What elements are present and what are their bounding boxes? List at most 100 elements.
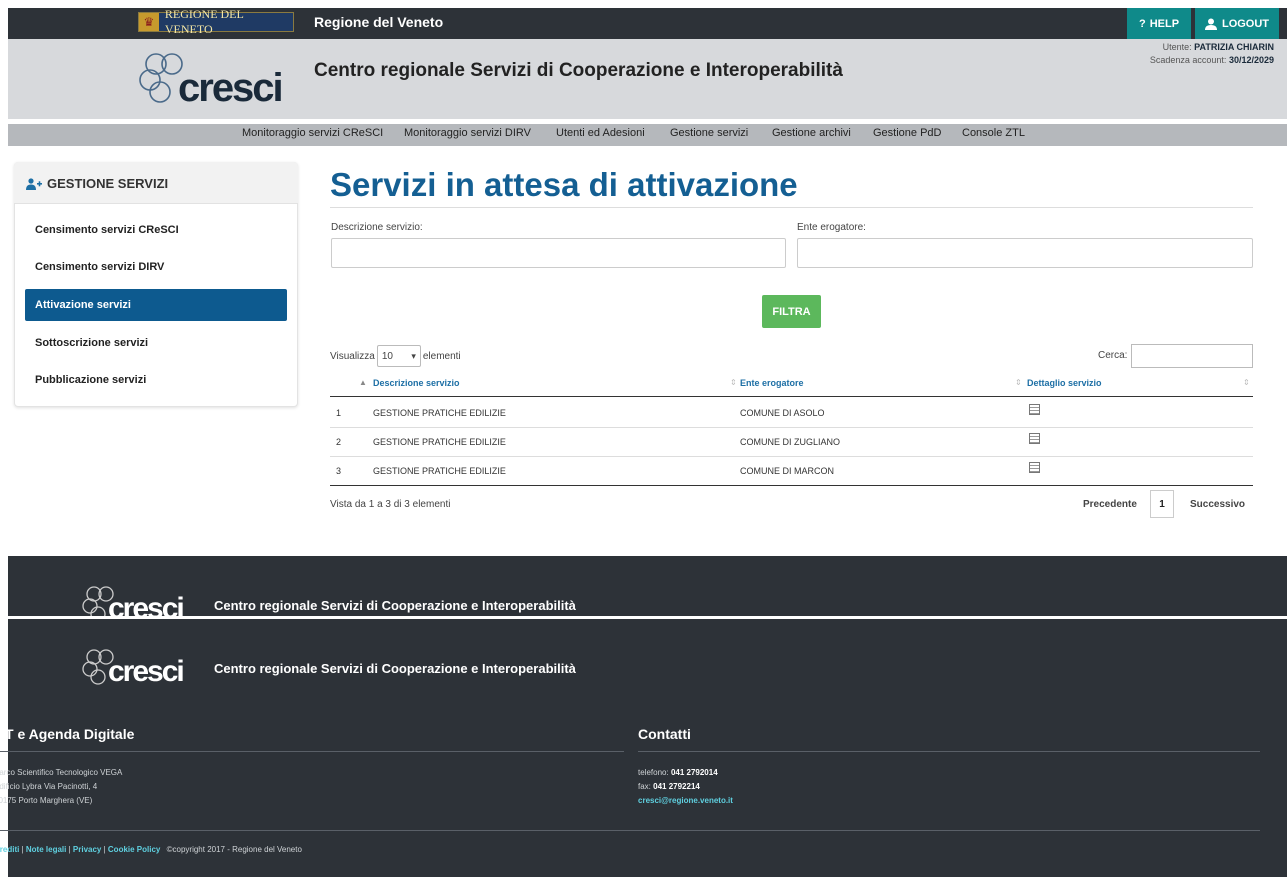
link-note-legali[interactable]: Note legali — [26, 845, 66, 854]
address-line: Parco Scientifico Tecnologico VEGA — [0, 768, 123, 777]
row-ente: COMUNE DI MARCON — [740, 466, 834, 476]
table-info: Vista da 1 a 3 di 3 elementi — [330, 499, 451, 510]
sidebar-heading: GESTIONE SERVIZI — [47, 176, 169, 191]
fax-line: fax: 041 2792214 — [638, 780, 733, 794]
filter-button[interactable]: FILTRA — [762, 295, 821, 328]
sidebar-item-pubblicazione[interactable]: Pubblicazione servizi — [25, 364, 287, 396]
footer-divider — [638, 751, 1260, 752]
regione-logo-text: REGIONE DEL VENETO — [164, 7, 244, 36]
address-line: Edificio Lybra Via Pacinotti, 4 — [0, 782, 98, 791]
footer-cresci-logo: cresci — [80, 647, 200, 691]
sidebar-item-attivazione[interactable]: Attivazione servizi — [25, 289, 287, 321]
logout-button[interactable]: LOGOUT — [1195, 8, 1279, 39]
page-length-value: 10 — [381, 350, 393, 362]
table-header-rule — [330, 396, 1253, 397]
page-1-button[interactable]: 1 — [1150, 490, 1174, 518]
row-descrizione: GESTIONE PRATICHE EDILIZIE — [373, 408, 506, 418]
show-prefix: Visualizza — [330, 350, 375, 362]
row-ente: COMUNE DI ASOLO — [740, 408, 825, 418]
ente-input[interactable] — [797, 238, 1253, 268]
nav-item-gestione-archivi[interactable]: Gestione archivi — [772, 127, 851, 139]
footer-contacts-heading: Contatti — [638, 726, 691, 742]
next-page-button[interactable]: Successivo — [1190, 499, 1245, 510]
help-button[interactable]: ? HELP — [1127, 8, 1191, 39]
sort-icon[interactable]: ⇕ — [730, 378, 737, 387]
footer-title: Centro regionale Servizi di Cooperazione… — [214, 598, 576, 613]
detail-document-icon[interactable] — [1029, 433, 1040, 444]
email-link[interactable]: cresci@regione.veneto.it — [638, 796, 733, 805]
title-divider — [330, 207, 1253, 208]
add-users-icon — [26, 178, 42, 190]
copyright: ©copyright 2017 - Regione del Veneto — [166, 845, 302, 854]
expiry-label: Scadenza account: — [1149, 55, 1227, 65]
regione-title: Regione del Veneto — [314, 14, 444, 30]
user-icon — [1204, 18, 1217, 30]
sort-icon[interactable]: ⇕ — [1243, 378, 1250, 387]
search-input[interactable] — [1131, 344, 1253, 368]
page-length-control: Visualizza 10 ▾ elementi — [330, 345, 461, 367]
phone-value: 041 2792014 — [670, 768, 718, 777]
lion-icon: ♛ — [139, 13, 159, 31]
user-info: Utente: PATRIZIA CHIARIN — [1050, 42, 1274, 52]
nav-item-utenti[interactable]: Utenti ed Adesioni — [556, 127, 645, 139]
detail-document-icon[interactable] — [1029, 404, 1040, 415]
sidebar-item-sottoscrizione[interactable]: Sottoscrizione servizi — [25, 327, 287, 359]
page-length-select[interactable]: 10 ▾ — [376, 345, 421, 367]
footer-title: Centro regionale Servizi di Cooperazione… — [214, 661, 576, 676]
main-nav — [8, 124, 1287, 146]
nav-item-gestione-pdd[interactable]: Gestione PdD — [873, 127, 941, 139]
link-crediti[interactable]: Crediti — [0, 845, 19, 854]
row-number: 2 — [336, 437, 342, 447]
nav-item-monitoraggio-dirv[interactable]: Monitoraggio servizi DIRV — [404, 127, 531, 139]
cresci-logo-text: cresci — [178, 66, 284, 110]
desc-input[interactable] — [331, 238, 786, 268]
sidebar-item-censimento-dirv[interactable]: Censimento servizi DIRV — [25, 251, 287, 283]
nav-item-monitoraggio-cresci[interactable]: Monitoraggio servizi CReSCI — [242, 127, 383, 139]
footer-cresci-logo: cresci — [80, 584, 200, 616]
footer-contacts: telefono: 041 2792014 fax: 041 2792214 c… — [638, 766, 733, 808]
detail-document-icon[interactable] — [1029, 462, 1040, 473]
desc-label: Descrizione servizio: — [331, 222, 423, 233]
sidebar-item-censimento-cresci[interactable]: Censimento servizi CReSCI — [25, 214, 287, 246]
link-cookie-policy[interactable]: Cookie Policy — [108, 845, 160, 854]
nav-item-gestione-servizi[interactable]: Gestione servizi — [670, 127, 748, 139]
account-expiry: Scadenza account: 30/12/2029 — [1050, 55, 1274, 65]
ente-label: Ente erogatore: — [797, 222, 866, 233]
row-number: 3 — [336, 466, 342, 476]
search-label: Cerca: — [1098, 350, 1128, 361]
phone-label: telefono: — [638, 768, 669, 777]
footer-top-strip: cresci Centro regionale Servizi di Coope… — [8, 556, 1287, 616]
col-ente[interactable]: Ente erogatore — [740, 378, 804, 388]
sort-asc-icon[interactable]: ▲ — [359, 378, 367, 387]
sort-icon[interactable]: ⇕ — [1015, 378, 1022, 387]
footer-ict-heading: ICT e Agenda Digitale — [0, 726, 135, 742]
header-title: Centro regionale Servizi di Cooperazione… — [314, 60, 843, 81]
table-bottom-rule — [330, 485, 1253, 486]
col-dettaglio[interactable]: Dettaglio servizio — [1027, 378, 1102, 388]
logout-label: LOGOUT — [1221, 17, 1270, 30]
row-descrizione: GESTIONE PRATICHE EDILIZIE — [373, 466, 506, 476]
prev-page-button[interactable]: Precedente — [1083, 499, 1137, 510]
row-divider — [330, 427, 1253, 428]
fax-value: 041 2792214 — [653, 782, 700, 791]
footer-divider — [0, 830, 1260, 831]
page-title: Servizi in attesa di attivazione — [330, 166, 798, 203]
col-descrizione[interactable]: Descrizione servizio — [373, 378, 460, 388]
footer-logo-text: cresci — [108, 655, 185, 688]
row-divider — [330, 456, 1253, 457]
fax-label: fax: — [638, 782, 651, 791]
expiry-date: 30/12/2029 — [1228, 55, 1274, 65]
nav-item-console-ztl[interactable]: Console ZTL — [962, 127, 1025, 139]
footer-address: Parco Scientifico Tecnologico VEGA Edifi… — [0, 766, 122, 808]
regione-veneto-logo[interactable]: ♛ REGIONE DEL VENETO — [138, 7, 294, 36]
cresci-logo[interactable]: cresci — [136, 48, 294, 110]
address-line: 30175 Porto Marghera (VE) — [0, 796, 93, 805]
footer-divider — [0, 751, 624, 752]
user-label: Utente: — [1162, 42, 1192, 52]
link-privacy[interactable]: Privacy — [73, 845, 101, 854]
footer-links: Crediti | Note legali | Privacy | Cookie… — [0, 845, 302, 854]
row-ente: COMUNE DI ZUGLIANO — [740, 437, 841, 447]
question-icon: ? — [1138, 17, 1146, 30]
show-suffix: elementi — [422, 350, 461, 362]
row-number: 1 — [336, 408, 342, 418]
